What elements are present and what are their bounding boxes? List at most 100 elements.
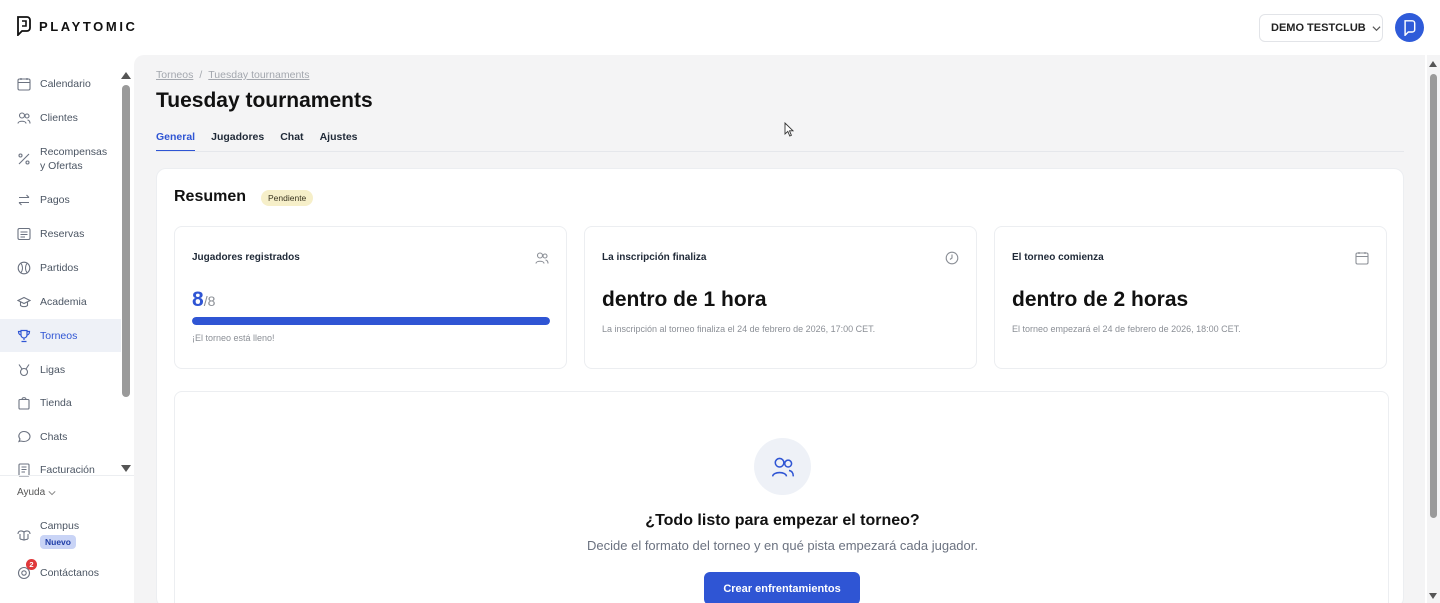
sidebar-item-label: Ligas (40, 363, 66, 376)
campus-icon (17, 530, 31, 541)
empty-state-title: ¿Todo listo para empezar el torneo? (645, 512, 920, 529)
registration-ends-card: La inscripción finaliza dentro de 1 hora… (584, 226, 977, 369)
sidebar-item-recompensas[interactable]: Recompensas y Ofertas (0, 135, 121, 183)
stat-label: El torneo comienza (1012, 252, 1104, 263)
sidebar-item-label: Tienda (40, 396, 72, 409)
sidebar-item-calendario[interactable]: Calendario (0, 67, 121, 100)
sidebar-item-tienda[interactable]: Tienda (0, 386, 121, 419)
players-progress-bar (192, 317, 550, 325)
sidebar-item-label: Academia (40, 295, 87, 308)
players-registered: 8 (192, 288, 204, 311)
calendar-icon (17, 77, 31, 91)
mouse-cursor-icon (784, 122, 794, 137)
sidebar-item-label: Recompensas y Ofertas (40, 146, 108, 172)
summary-card: Resumen Pendiente Jugadores registrados … (156, 168, 1404, 603)
tournament-start-card: El torneo comienza dentro de 2 horas El … (994, 226, 1387, 369)
players-illustration (754, 438, 811, 495)
empty-state-subtitle: Decide el formato del torneo y en qué pi… (587, 538, 978, 553)
clock-icon (945, 251, 959, 265)
create-matches-button[interactable]: Crear enfrentamientos (704, 572, 860, 603)
sidebar-item-label: Partidos (40, 261, 79, 274)
breadcrumb-torneos-link[interactable]: Torneos (156, 69, 193, 81)
tabs-divider (156, 151, 1404, 152)
sidebar-scrollbar[interactable] (122, 85, 130, 397)
graduation-cap-icon (17, 296, 31, 307)
help-label: Ayuda (17, 487, 46, 498)
calendar-icon (1355, 252, 1369, 265)
summary-title: Resumen (174, 188, 247, 205)
start-note: El torneo empezará el 24 de febrero de 2… (1012, 324, 1241, 334)
sidebar-item-torneos[interactable]: Torneos (0, 319, 121, 352)
contact-label: Contáctanos (40, 567, 99, 579)
tab-ajustes[interactable]: Ajustes (320, 131, 358, 152)
scroll-up-arrow[interactable] (1429, 61, 1437, 67)
stat-label: Jugadores registrados (192, 252, 300, 263)
chevron-down-icon (1372, 25, 1381, 31)
playtomic-avatar-icon (1404, 19, 1416, 36)
brand-name: PLAYTOMIC (39, 18, 138, 34)
top-bar: PLAYTOMIC DEMO TESTCLUB (0, 0, 1440, 55)
campus-label: Campus (40, 520, 80, 532)
players-count: 8/8 (192, 288, 215, 312)
transfer-icon (18, 194, 30, 205)
tab-jugadores[interactable]: Jugadores (211, 131, 264, 152)
sidebar-item-label: Reservas (40, 227, 85, 240)
sidebar-item-label: Calendario (40, 77, 91, 90)
sidebar: Calendario Clientes Recompensas y Oferta… (0, 55, 134, 603)
sidebar-item-clientes[interactable]: Clientes (0, 101, 121, 134)
create-matches-panel: ¿Todo listo para empezar el torneo? Deci… (174, 391, 1389, 603)
scroll-thumb[interactable] (1430, 74, 1437, 518)
sidebar-item-reservas[interactable]: Reservas (0, 217, 121, 250)
trophy-icon (17, 329, 31, 342)
sidebar-item-label: Chats (40, 430, 68, 443)
users-icon (535, 252, 549, 264)
sidebar-item-label: Torneos (40, 329, 78, 342)
users-icon (17, 111, 31, 124)
sidebar-item-label: Clientes (40, 111, 78, 124)
registration-note: La inscripción al torneo finaliza el 24 … (602, 324, 876, 334)
shopping-bag-icon (18, 396, 30, 410)
new-badge: Nuevo (40, 535, 76, 549)
main-content: Torneos / Tuesday tournaments Tuesday to… (134, 55, 1425, 603)
registered-players-card: Jugadores registrados 8/8 ¡El torneo est… (174, 226, 567, 369)
players-max: /8 (203, 293, 216, 309)
notification-badge: 2 (26, 559, 37, 570)
playtomic-logo-icon (17, 16, 31, 36)
breadcrumb-current[interactable]: Tuesday tournaments (208, 69, 309, 81)
ball-icon (17, 261, 31, 274)
club-name: DEMO TESTCLUB (1271, 22, 1366, 34)
breadcrumb: Torneos / Tuesday tournaments (156, 69, 309, 81)
sidebar-item-campus[interactable]: Campus Nuevo (17, 520, 79, 550)
users-icon (771, 457, 794, 477)
user-avatar[interactable] (1395, 13, 1424, 42)
sidebar-item-label: Facturación (40, 463, 95, 476)
sidebar-item-academia[interactable]: Academia (0, 285, 121, 318)
sidebar-item-chats[interactable]: Chats (0, 420, 121, 453)
sidebar-item-pagos[interactable]: Pagos (0, 183, 121, 216)
sidebar-item-facturacion[interactable]: Facturación (0, 453, 121, 486)
sidebar-scroll-up-arrow[interactable] (121, 72, 131, 79)
medal-icon (18, 363, 30, 376)
registration-value: dentro de 1 hora (602, 288, 767, 311)
tab-general[interactable]: General (156, 131, 196, 152)
players-progress-fill (192, 317, 550, 325)
breadcrumb-separator: / (199, 69, 203, 81)
page-scrollbar[interactable] (1427, 55, 1440, 603)
help-menu[interactable]: Ayuda (17, 487, 56, 498)
sidebar-item-partidos[interactable]: Partidos (0, 251, 121, 284)
start-value: dentro de 2 horas (1012, 288, 1189, 311)
club-selector[interactable]: DEMO TESTCLUB (1259, 14, 1383, 42)
sidebar-divider (0, 475, 134, 476)
chat-icon (18, 430, 31, 442)
sidebar-item-contact[interactable]: 2 Contáctanos (17, 559, 99, 580)
percent-icon (18, 153, 30, 165)
sidebar-item-ligas[interactable]: Ligas (0, 353, 121, 386)
status-badge: Pendiente (261, 190, 314, 206)
sidebar-scroll-down-arrow[interactable] (121, 465, 131, 472)
tab-chat[interactable]: Chat (280, 131, 303, 152)
scroll-down-arrow[interactable] (1429, 593, 1437, 599)
chevron-down-icon (48, 490, 56, 495)
sidebar-item-label: Pagos (40, 193, 70, 206)
playtomic-logo[interactable]: PLAYTOMIC (16, 16, 138, 36)
tab-bar: General Jugadores Chat Ajustes (156, 131, 358, 152)
